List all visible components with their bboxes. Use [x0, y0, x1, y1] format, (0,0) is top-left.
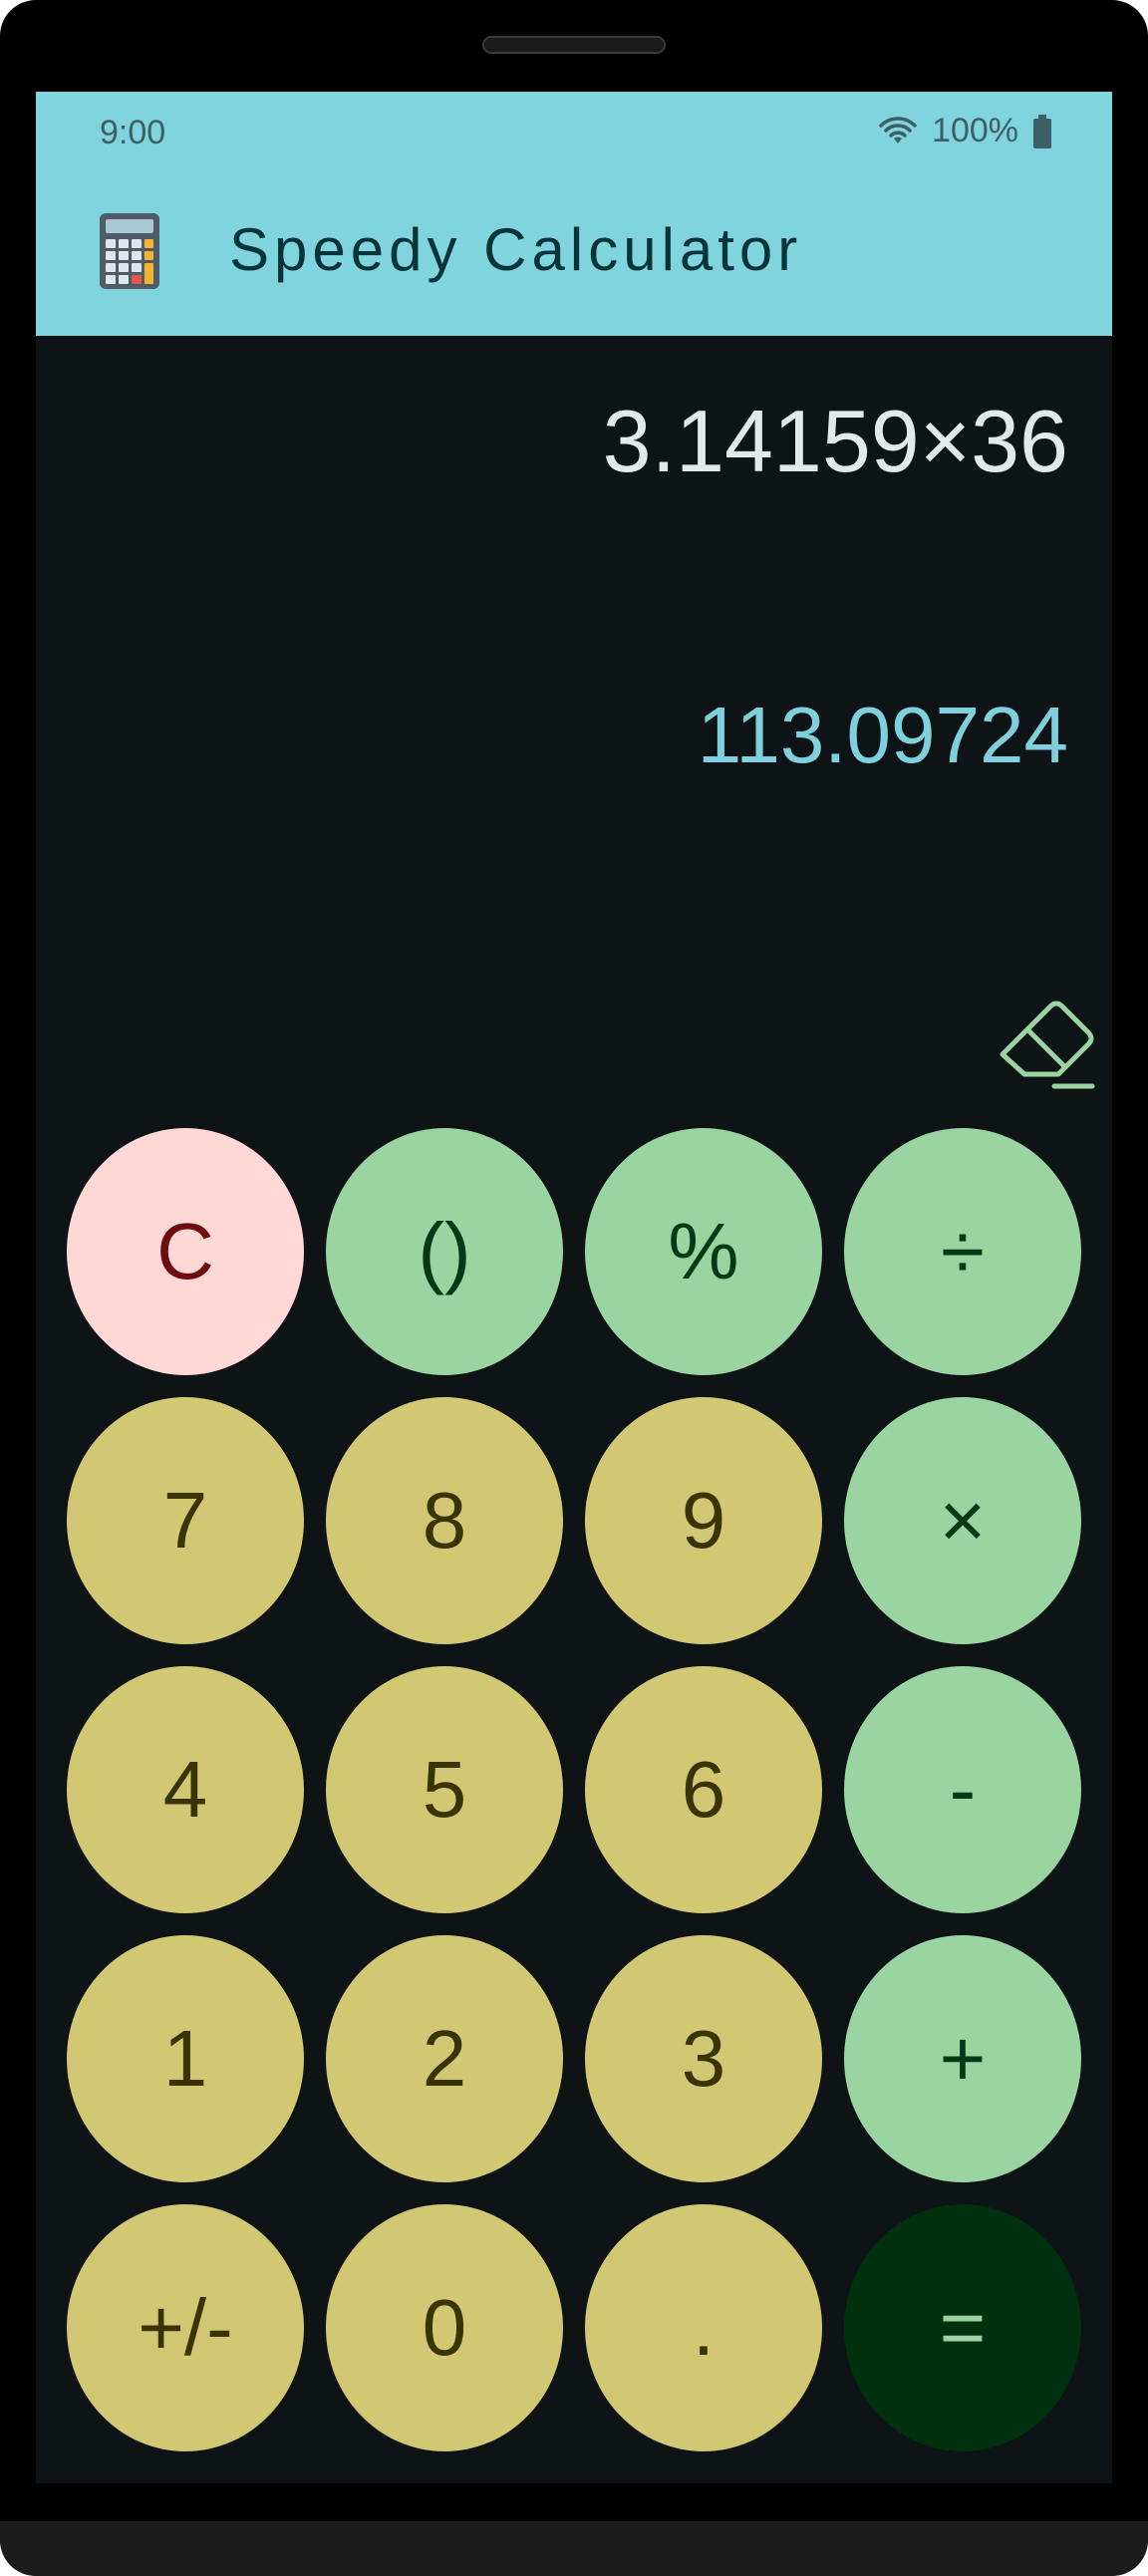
- expression-display[interactable]: 3.14159×36: [603, 391, 1068, 492]
- keypad: C()% ÷ 7 8 9 × 4 5 6- 1 2 3 + +/- 0. =: [67, 1128, 1081, 2451]
- phone-frame: 9:00 100% Speedy Calculator 3.14159×36 1…: [0, 0, 1148, 2576]
- toggle-sign-button[interactable]: +/-: [67, 2204, 304, 2451]
- battery-percent: 100%: [932, 112, 1018, 149]
- multiply-button[interactable]: ×: [844, 1397, 1081, 1644]
- status-indicators: 100%: [878, 112, 1052, 150]
- battery-icon: [1033, 114, 1051, 148]
- digit-1-button[interactable]: 1: [67, 1935, 304, 2182]
- divide-button[interactable]: ÷: [844, 1128, 1081, 1375]
- app-bar: 9:00 100% Speedy Calculator: [36, 92, 1112, 336]
- decimal-button[interactable]: .: [585, 2204, 822, 2451]
- speaker-grille: [482, 36, 666, 54]
- subtract-button[interactable]: -: [844, 1666, 1081, 1913]
- digit-0-button[interactable]: 0: [326, 2204, 563, 2451]
- digit-5-button[interactable]: 5: [326, 1666, 563, 1913]
- bottom-bezel: [0, 2521, 1148, 2576]
- backspace-button[interactable]: [995, 989, 1100, 1094]
- parentheses-button[interactable]: (): [326, 1128, 563, 1375]
- clear-button[interactable]: C: [67, 1128, 304, 1375]
- digit-8-button[interactable]: 8: [326, 1397, 563, 1644]
- equals-button[interactable]: =: [844, 2204, 1081, 2451]
- digit-2-button[interactable]: 2: [326, 1935, 563, 2182]
- digit-3-button[interactable]: 3: [585, 1935, 822, 2182]
- result-display: 113.09724: [697, 691, 1068, 779]
- digit-7-button[interactable]: 7: [67, 1397, 304, 1644]
- status-time: 9:00: [100, 114, 166, 151]
- digit-4-button[interactable]: 4: [67, 1666, 304, 1913]
- eraser-icon: [1000, 1001, 1095, 1089]
- calculator-icon: [100, 213, 159, 289]
- add-button[interactable]: +: [844, 1935, 1081, 2182]
- wifi-icon: [879, 116, 917, 143]
- digit-9-button[interactable]: 9: [585, 1397, 822, 1644]
- app-title: Speedy Calculator: [229, 216, 803, 283]
- digit-6-button[interactable]: 6: [585, 1666, 822, 1913]
- percent-button[interactable]: %: [585, 1128, 822, 1375]
- screen: 9:00 100% Speedy Calculator 3.14159×36 1…: [36, 92, 1112, 2483]
